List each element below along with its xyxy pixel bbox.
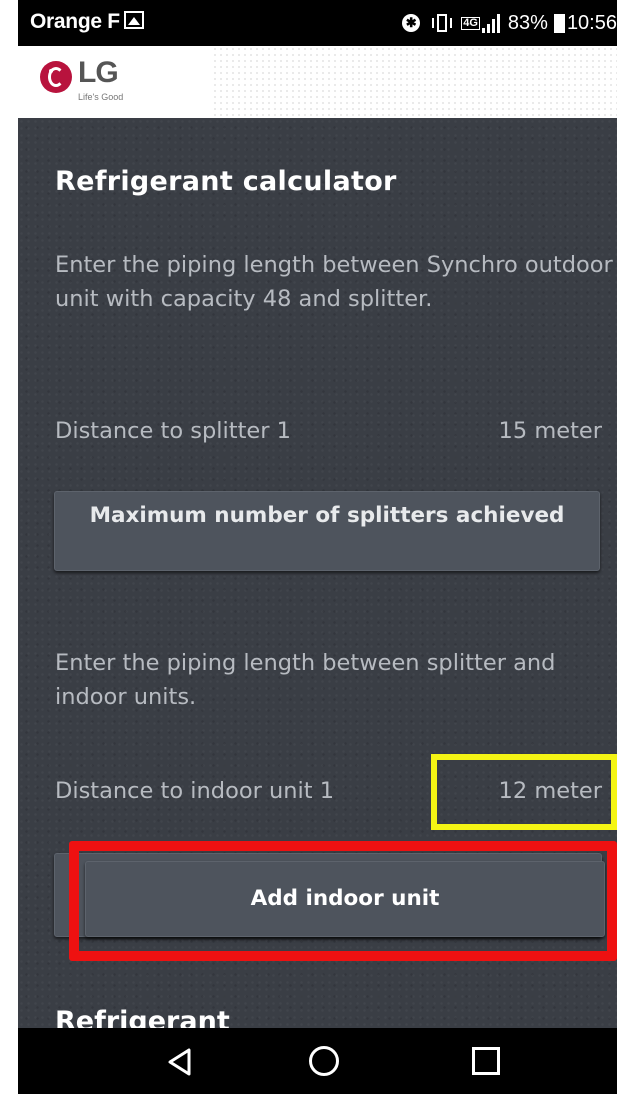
indoor-distance-label: Distance to indoor unit 1 xyxy=(55,778,335,804)
home-icon[interactable] xyxy=(309,1046,339,1076)
calculator-panel[interactable]: Refrigerant calculator Enter the piping … xyxy=(18,118,617,1028)
navigation-bar xyxy=(18,1028,617,1094)
splitter-distance-label: Distance to splitter 1 xyxy=(55,418,291,444)
add-button-highlight xyxy=(69,841,617,961)
refrigerant-section-title: Refrigerant xyxy=(55,1006,230,1028)
indoor-value-highlight xyxy=(431,754,617,830)
status-bar: Orange F ✱ 4G 83% 10:56 xyxy=(18,0,617,46)
clock: 10:56 xyxy=(566,11,617,34)
back-icon[interactable] xyxy=(168,1048,192,1076)
network-4g-icon: 4G xyxy=(461,16,480,30)
vibrate-icon xyxy=(431,14,453,32)
carrier-name: Orange F xyxy=(30,10,120,33)
battery-icon xyxy=(553,13,565,33)
bluetooth-icon: ✱ xyxy=(402,14,421,32)
brand-name: LG xyxy=(78,56,119,89)
indoor-instruction: Enter the piping length between splitter… xyxy=(55,650,556,710)
status-icons: ✱ 4G 83% 10:56 xyxy=(402,9,617,37)
app-header: LG Life's Good xyxy=(18,46,617,118)
lg-logo-icon xyxy=(40,61,72,93)
gallery-icon xyxy=(124,11,144,29)
splitter-distance-value[interactable]: 15 meter xyxy=(499,418,602,444)
outdoor-instruction: Enter the piping length between Synchro … xyxy=(55,252,613,312)
signal-icon xyxy=(481,13,500,33)
brand-tagline: Life's Good xyxy=(78,92,124,102)
recents-icon[interactable] xyxy=(472,1047,500,1075)
max-splitters-button[interactable]: Maximum number of splitters achieved xyxy=(54,491,600,571)
battery-percent: 83% xyxy=(507,11,548,34)
page-title: Refrigerant calculator xyxy=(55,166,397,197)
